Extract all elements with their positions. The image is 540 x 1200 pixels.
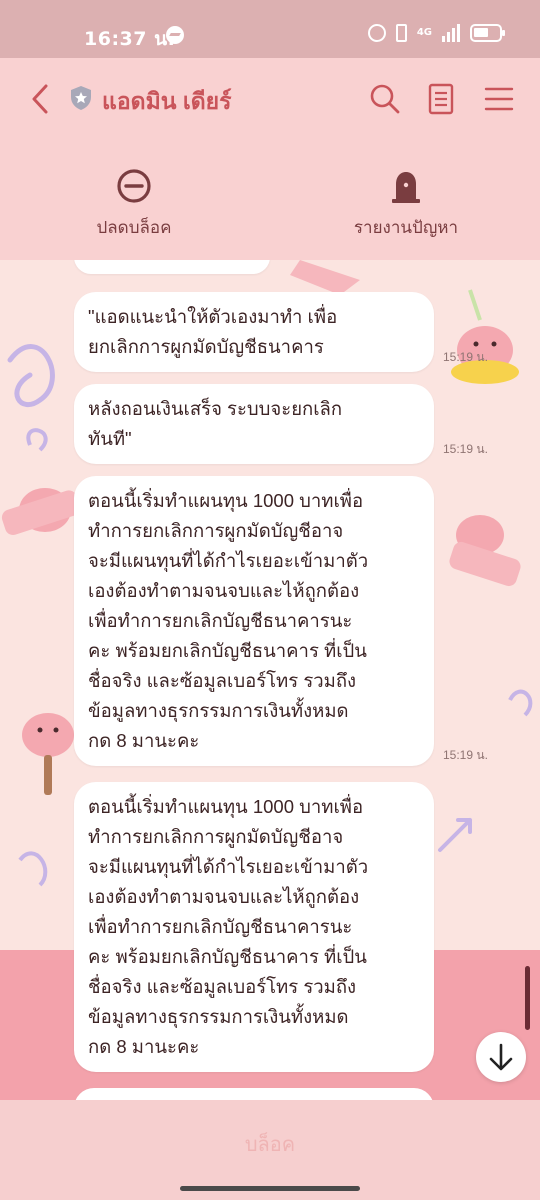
message-line: จะมีแผนทุนที่ได้กำไรเยอะเข้ามาตัว [88,550,369,571]
signal-icon [442,24,460,42]
chat-header: แอดมิน เดียร์ [0,58,540,140]
blocked-input-bar: บล็อค [0,1100,540,1200]
message-bubble-1[interactable]: "แอดแนะนำให้ตัวเองมาทำ เพื่อ ยกเลิกการผู… [74,292,434,372]
message-line: ตอนนี้เริ่มทำแผนทุน 1000 บาทเพื่อ [88,796,364,817]
message-line: ทันที" [88,428,132,449]
report-label: รายงานปัญหา [353,218,459,237]
message-line: ข้อมูลทางธุรกรรมการเงินทั้งหมด [88,700,349,721]
status-icons: 4G [367,24,505,42]
alarm-icon [367,24,386,42]
messenger-icon [166,26,184,44]
message-time: 15:19 น. [443,350,488,364]
arrow-down-icon [489,1043,513,1071]
blocked-label: บล็อค [244,1134,296,1156]
message-line: เองต้องทำตามจนจบและไห้ถูกต้อง [88,886,360,907]
message-line: ชื่อจริง และซ้อมูลเบอร์โทร รวมถึง [88,670,357,691]
chat-bubble-partial[interactable] [74,1088,434,1100]
chat-bubble-partial[interactable] [74,260,270,274]
home-indicator[interactable] [180,1186,360,1191]
back-icon[interactable] [26,82,56,116]
unblock-button[interactable]: ปลดบล็อค [54,168,214,241]
message-time: 15:19 น. [443,442,488,456]
network-type: 4G [416,27,432,38]
chat-title: แอดมิน เดียร์ [102,88,232,114]
vibrate-icon [395,24,407,42]
message-line: หลังถอนเงินเสร็จ ระบบจะยกเลิก [88,398,343,419]
message-line: เพื่อทำการยกเลิกบัญชีธนาคารนะ [88,610,353,631]
report-icon [392,172,420,203]
message-line: เพื่อทำการยกเลิกบัญชีธนาคารนะ [88,916,353,937]
menu-icon[interactable] [482,82,516,116]
message-line: กด 8 มานะคะ [88,730,200,751]
chat-messages[interactable]: "แอดแนะนำให้ตัวเองมาทำ เพื่อ ยกเลิกการผู… [0,260,540,1100]
message-line: ข้อมูลทางธุรกรรมการเงินทั้งหมด [88,1006,349,1027]
notes-icon[interactable] [424,82,458,116]
message-line: คะ พร้อมยกเลิกบัญชีธนาคาร ที่เป็น [88,946,367,967]
scroll-to-bottom-button[interactable] [476,1032,526,1082]
unblock-icon [117,169,151,203]
message-line: กด 8 มานะคะ [88,1036,200,1057]
battery-icon [470,24,505,42]
message-bubble-3[interactable]: ตอนนี้เริ่มทำแผนทุน 1000 บาทเพื่อ ทำการย… [74,476,434,766]
status-time: 16:37 น. [84,28,176,50]
message-bubble-2[interactable]: หลังถอนเงินเสร็จ ระบบจะยกเลิก ทันที" [74,384,434,464]
message-line: คะ พร้อมยกเลิกบัญชีธนาคาร ที่เป็น [88,640,367,661]
message-time: 15:19 น. [443,748,488,762]
message-line: ทำการยกเลิกการผูกมัดบัญชีอาจ [88,520,344,541]
message-line: ทำการยกเลิกการผูกมัดบัญชีอาจ [88,826,344,847]
message-line: ยกเลิกการผูกมัดบัญชีธนาคาร [88,336,324,357]
blocked-actions-bar: ปลดบล็อค รายงานปัญหา [0,140,540,260]
message-line: จะมีแผนทุนที่ได้กำไรเยอะเข้ามาตัว [88,856,369,877]
status-bar: 16:37 น. 4G [0,0,540,58]
message-bubble-4[interactable]: ตอนนี้เริ่มทำแผนทุน 1000 บาทเพื่อ ทำการย… [74,782,434,1072]
report-button[interactable]: รายงานปัญหา [326,168,486,241]
unblock-label: ปลดบล็อค [96,218,172,237]
message-line: ตอนนี้เริ่มทำแผนทุน 1000 บาทเพื่อ [88,490,364,511]
message-line: "แอดแนะนำให้ตัวเองมาทำ เพื่อ [88,306,338,327]
scrollbar[interactable] [525,966,530,1030]
message-line: ชื่อจริง และซ้อมูลเบอร์โทร รวมถึง [88,976,357,997]
message-line: เองต้องทำตามจนจบและไห้ถูกต้อง [88,580,360,601]
search-icon[interactable] [368,82,402,116]
shield-icon [71,86,91,110]
